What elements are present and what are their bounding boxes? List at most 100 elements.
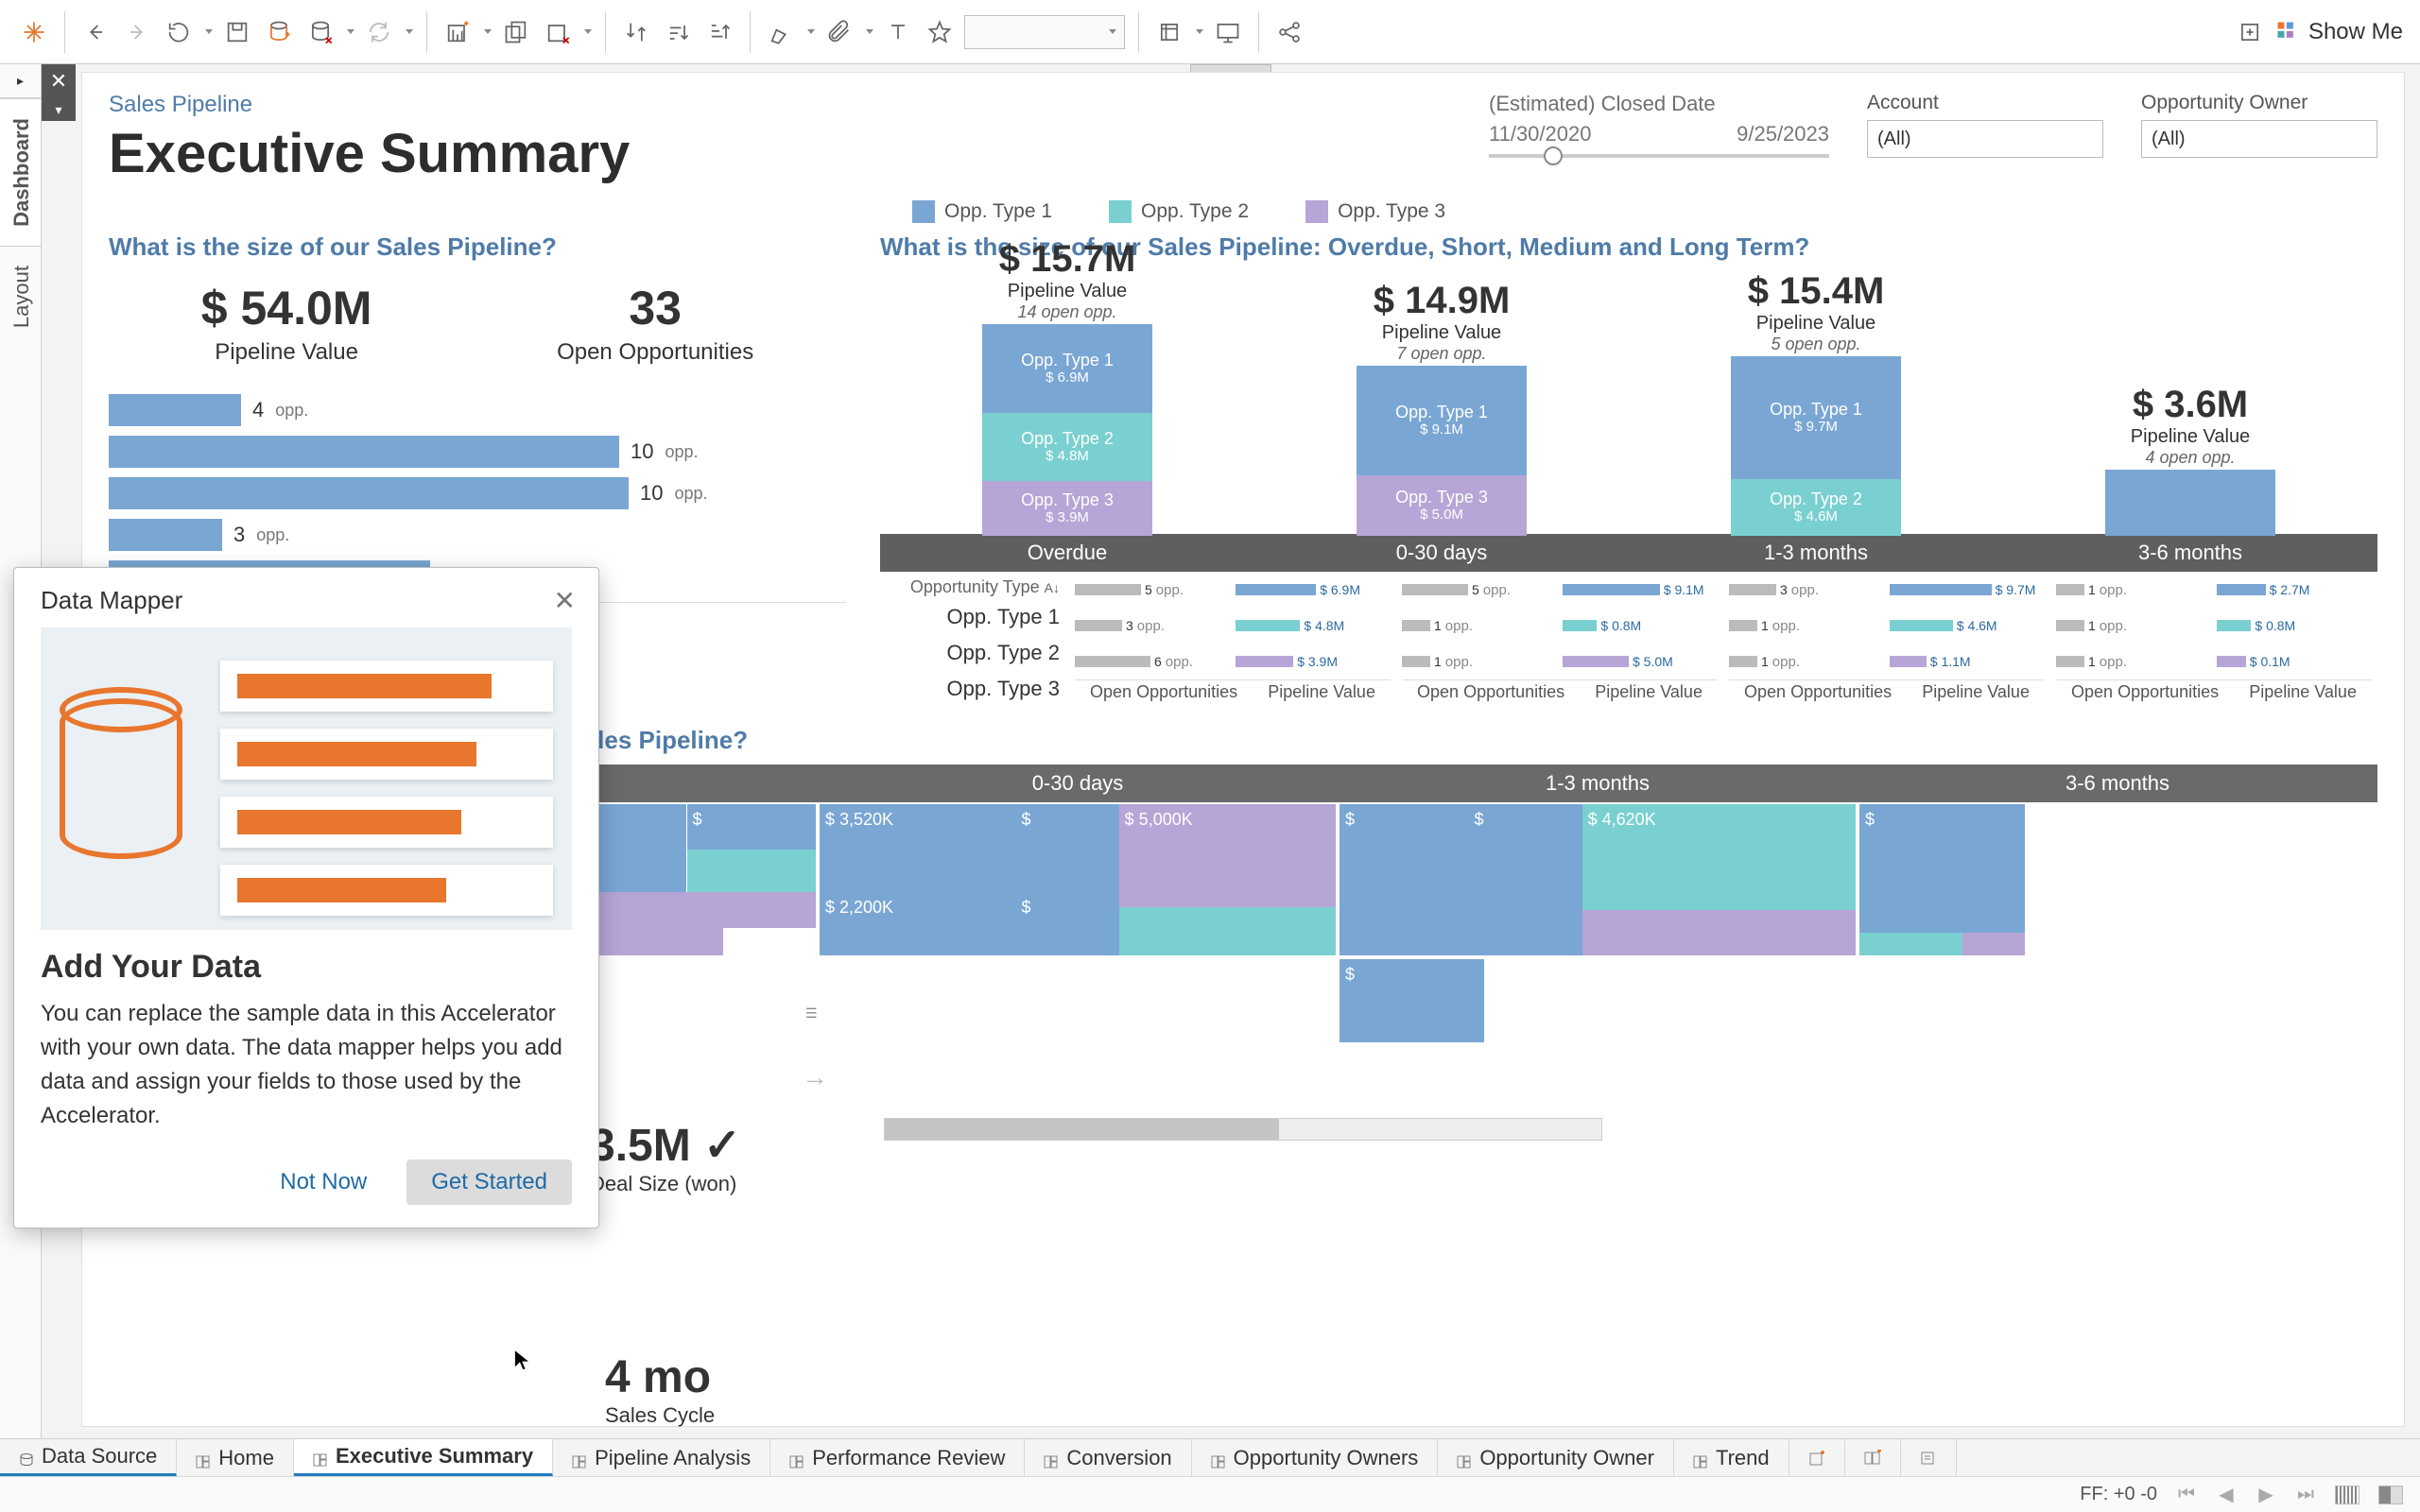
tm-cell[interactable]: $ 4,620K [1582,804,1856,910]
duplicate-icon[interactable] [499,15,533,49]
tm-cell[interactable] [630,892,722,955]
tm-cell[interactable]: $ [687,804,817,850]
sheet-tab[interactable]: Trend [1674,1439,1789,1476]
bar-row[interactable]: 10opp. [109,436,846,468]
horizontal-scrollbar[interactable] [884,1118,1602,1141]
new-data-source-icon[interactable] [262,15,296,49]
mini-row[interactable]: 1opp. $ 0.8M [1402,608,1718,644]
account-filter[interactable]: (All) [1867,120,2103,158]
tm-cell[interactable] [723,892,816,928]
first-sheet-icon[interactable]: ⏮ [2176,1484,2197,1505]
highlight-icon[interactable] [764,15,798,49]
tm-cell[interactable]: $ [1015,892,1118,955]
show-me-icon[interactable] [2274,19,2301,45]
get-started-button[interactable]: Get Started [406,1160,572,1205]
sort-asc-icon[interactable] [661,15,695,49]
tm-cell[interactable]: $ 3,520K [820,804,1015,892]
tm-cell[interactable]: $ [1859,804,2025,933]
new-dashboard-button[interactable] [1845,1439,1901,1476]
save-icon[interactable] [220,15,254,49]
attach-icon[interactable] [822,15,856,49]
owner-filter[interactable]: (All) [2141,120,2377,158]
mini-row[interactable]: 1opp. $ 0.1M [2056,644,2372,679]
canvas-menu-icon[interactable]: ▾ [42,98,76,121]
slider-thumb[interactable] [1544,146,1563,165]
bar-row[interactable]: 10opp. [109,477,846,509]
mini-row[interactable]: 1opp. $ 1.1M [1729,644,2045,679]
star-icon[interactable] [923,15,957,49]
new-story-button[interactable] [1901,1439,1957,1476]
stacked-column[interactable]: $ 15.7MPipeline Value14 open opp. Opp. T… [982,238,1152,536]
tm-cell[interactable] [1859,933,1962,955]
new-worksheet-icon[interactable] [441,15,475,49]
tableau-logo-icon[interactable] [17,15,51,49]
pause-data-icon[interactable] [303,15,337,49]
dashboard-tab-icon [196,1451,211,1466]
swap-icon[interactable] [619,15,653,49]
show-me-label[interactable]: Show Me [2308,19,2403,45]
forward-arrow-icon[interactable]: → [802,1062,828,1092]
revert-icon[interactable] [162,15,196,49]
new-sheet-button[interactable] [1789,1439,1845,1476]
tm-cell[interactable] [1962,933,2025,955]
tm-cell[interactable]: $ [1469,804,1582,955]
page-title: Executive Summary [109,122,630,185]
last-sheet-icon[interactable]: ⏭ [2295,1484,2316,1505]
mini-row[interactable]: 5opp. $ 9.1M [1402,572,1718,608]
expand-panel-icon[interactable]: ▸ [0,64,41,98]
sheet-tab[interactable]: Executive Summary [294,1439,553,1476]
sheet-tab[interactable]: Home [177,1439,294,1476]
sheet-tab[interactable]: Performance Review [770,1439,1025,1476]
split-view-icon[interactable] [2378,1486,2403,1504]
mini-row[interactable]: 1opp. $ 5.0M [1402,644,1718,679]
tm-cell[interactable] [687,850,817,892]
not-now-button[interactable]: Not Now [255,1160,391,1205]
mini-row[interactable]: 3opp. $ 9.7M [1729,572,2045,608]
sort-desc-icon[interactable] [702,15,736,49]
sheet-tab[interactable]: Conversion [1025,1439,1191,1476]
stacked-column[interactable]: $ 14.9MPipeline Value7 open opp. Opp. Ty… [1357,280,1527,536]
dialog-close-icon[interactable]: ✕ [554,585,576,616]
presentation-icon[interactable] [1211,15,1245,49]
close-icon[interactable]: ✕ [42,64,76,98]
stacked-column[interactable]: $ 15.4MPipeline Value5 open opp. Opp. Ty… [1731,270,1901,536]
date-slider[interactable] [1489,154,1829,158]
tm-cell[interactable]: $ 2,200K [820,892,1015,955]
tm-cell[interactable]: $ [1340,804,1469,955]
sheet-tab[interactable]: Opportunity Owners [1192,1439,1439,1476]
text-icon[interactable] [881,15,915,49]
mini-row[interactable]: 1opp. $ 2.7M [2056,572,2372,608]
refresh-icon[interactable] [362,15,396,49]
tm-cell[interactable]: $ [1015,804,1118,892]
grid-view-icon[interactable] [2335,1486,2360,1504]
sidetab-dashboard[interactable]: Dashboard [0,98,41,246]
hamburger-icon[interactable]: ☰ [805,1005,818,1022]
tm-cell[interactable] [1119,907,1336,955]
mini-row[interactable]: 3opp. $ 4.8M [1075,608,1391,644]
dashboard-tab-icon [313,1449,328,1464]
sidetab-layout[interactable]: Layout [0,246,41,347]
fit-icon[interactable] [1152,15,1186,49]
mini-row[interactable]: 1opp. $ 0.8M [2056,608,2372,644]
tm-cell[interactable]: $ 5,000K [1119,804,1336,907]
clear-icon[interactable] [541,15,575,49]
sheet-tab[interactable]: Opportunity Owner [1438,1439,1674,1476]
prev-sheet-icon[interactable]: ◀ [2216,1483,2237,1506]
mini-row[interactable]: 1opp. $ 4.6M [1729,608,2045,644]
next-sheet-icon[interactable]: ▶ [2256,1483,2276,1506]
bar-row[interactable]: 3opp. [109,519,846,551]
mini-row[interactable]: 5opp. $ 6.9M [1075,572,1391,608]
guide-icon[interactable] [2233,15,2267,49]
toolbar-search[interactable] [964,15,1125,49]
undo-icon[interactable] [78,15,112,49]
tm-cell[interactable] [1582,910,1856,955]
breadcrumb[interactable]: Sales Pipeline [109,92,630,118]
bar-row[interactable]: 4opp. [109,394,846,426]
mini-row[interactable]: 6opp. $ 3.9M [1075,644,1391,679]
share-icon[interactable] [1272,15,1306,49]
sheet-tab[interactable]: Pipeline Analysis [553,1439,770,1476]
redo-icon[interactable] [120,15,154,49]
stacked-column[interactable]: $ 3.6MPipeline Value4 open opp. [2105,384,2275,536]
tm-cell[interactable]: $ [1340,959,1484,1042]
tab-data-source[interactable]: Data Source [0,1439,177,1476]
